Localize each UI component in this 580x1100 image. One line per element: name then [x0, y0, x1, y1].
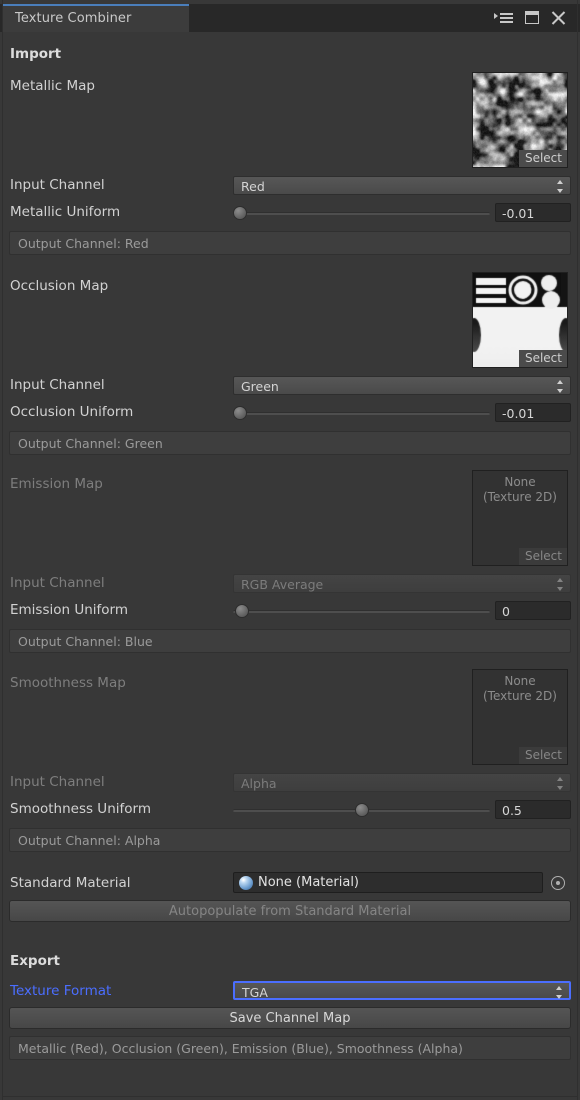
- chevron-updown-icon: [557, 180, 564, 193]
- window-titlebar: Texture Combiner: [0, 4, 580, 32]
- export-summary-help: Metallic (Red), Occlusion (Green), Emiss…: [9, 1036, 571, 1060]
- input-channel-label-emission: Input Channel: [10, 575, 105, 591]
- input-channel-dropdown-metallic[interactable]: Red: [233, 176, 571, 195]
- texture-object-field-metallic[interactable]: Select: [472, 72, 568, 168]
- input-channel-dropdown-occlusion[interactable]: Green: [233, 376, 571, 395]
- output-channel-help-emission: Output Channel: Blue: [9, 629, 571, 653]
- slider-thumb[interactable]: [233, 406, 247, 420]
- input-channel-label-metallic: Input Channel: [10, 177, 105, 193]
- chevron-updown-icon: [557, 578, 564, 591]
- texture-format-dropdown[interactable]: TGA: [233, 981, 571, 1000]
- output-channel-help-smoothness: Output Channel: Alpha: [9, 828, 571, 852]
- uniform-value-occlusion[interactable]: -0.01: [495, 403, 571, 422]
- slider-thumb[interactable]: [233, 206, 247, 220]
- output-channel-help-occlusion: Output Channel: Green: [9, 431, 571, 455]
- object-picker-icon[interactable]: [551, 876, 565, 890]
- chevron-updown-icon: [556, 986, 563, 999]
- uniform-value-smoothness[interactable]: 0.5: [495, 800, 571, 819]
- texture-combiner-window: Texture Combiner Import Metallic Map: [0, 0, 580, 1100]
- autopopulate-button[interactable]: Autopopulate from Standard Material: [9, 900, 571, 922]
- texture-none-label-smoothness: None (Texture 2D): [473, 674, 567, 704]
- window-content: Import Metallic Map Select Input Channel…: [0, 32, 580, 1100]
- tab-texture-combiner[interactable]: Texture Combiner: [3, 4, 189, 32]
- material-sphere-icon: [239, 876, 253, 890]
- standard-material-object-field[interactable]: None (Material): [233, 872, 543, 893]
- import-section-header: Import: [10, 46, 61, 62]
- select-label-metallic[interactable]: Select: [519, 150, 567, 167]
- map-title-metallic: Metallic Map: [10, 78, 95, 94]
- uniform-slider-emission[interactable]: [233, 602, 490, 620]
- texture-none-label-emission: None (Texture 2D): [473, 475, 567, 505]
- window-menu-icon[interactable]: [494, 8, 516, 28]
- slider-thumb[interactable]: [235, 604, 249, 618]
- uniform-label-emission: Emission Uniform: [10, 602, 128, 618]
- uniform-slider-metallic[interactable]: [233, 204, 490, 222]
- map-title-occlusion: Occlusion Map: [10, 278, 108, 294]
- texture-object-field-emission[interactable]: None (Texture 2D) Select: [472, 470, 568, 566]
- uniform-label-metallic: Metallic Uniform: [10, 204, 120, 220]
- texture-format-label[interactable]: Texture Format: [10, 983, 111, 999]
- uniform-label-smoothness: Smoothness Uniform: [10, 801, 151, 817]
- chevron-down-icon: [494, 13, 498, 19]
- map-title-emission: Emission Map: [10, 476, 103, 492]
- slider-thumb[interactable]: [355, 803, 369, 817]
- chevron-updown-icon: [557, 777, 564, 790]
- texture-object-field-occlusion[interactable]: Select: [472, 272, 568, 368]
- export-section-header: Export: [10, 953, 60, 969]
- tab-label: Texture Combiner: [15, 11, 131, 26]
- select-label-occlusion[interactable]: Select: [519, 350, 567, 367]
- maximize-icon[interactable]: [524, 8, 542, 28]
- texture-object-field-smoothness[interactable]: None (Texture 2D) Select: [472, 669, 568, 765]
- uniform-slider-occlusion[interactable]: [233, 404, 490, 422]
- select-label-emission[interactable]: Select: [519, 548, 567, 565]
- select-label-smoothness[interactable]: Select: [519, 747, 567, 764]
- input-channel-label-smoothness: Input Channel: [10, 774, 105, 790]
- input-channel-dropdown-emission[interactable]: RGB Average: [233, 574, 571, 593]
- standard-material-label: Standard Material: [10, 875, 131, 891]
- input-channel-dropdown-smoothness[interactable]: Alpha: [233, 773, 571, 792]
- map-title-smoothness: Smoothness Map: [10, 675, 126, 691]
- output-channel-help-metallic: Output Channel: Red: [9, 231, 571, 255]
- uniform-slider-smoothness[interactable]: [233, 801, 490, 819]
- uniform-label-occlusion: Occlusion Uniform: [10, 404, 133, 420]
- input-channel-label-occlusion: Input Channel: [10, 377, 105, 393]
- uniform-value-metallic[interactable]: -0.01: [495, 203, 571, 222]
- uniform-value-emission[interactable]: 0: [495, 601, 571, 620]
- chevron-updown-icon: [557, 380, 564, 393]
- close-icon[interactable]: [550, 8, 568, 28]
- window-bottom-divider: [3, 1096, 577, 1097]
- save-channel-map-button[interactable]: Save Channel Map: [9, 1007, 571, 1029]
